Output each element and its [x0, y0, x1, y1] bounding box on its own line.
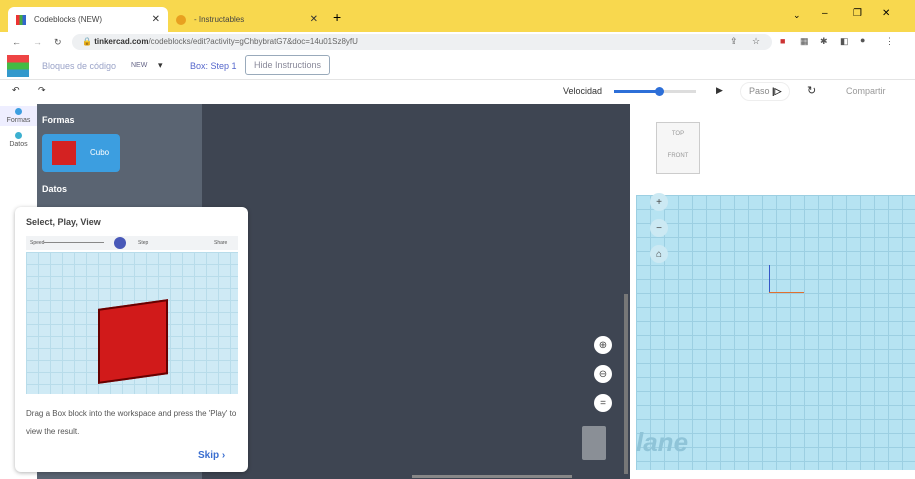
play-button[interactable]: ▶ — [716, 85, 723, 96]
view-cube[interactable]: TOP FRONT — [656, 122, 700, 174]
restore-button[interactable]: ❐ — [853, 8, 862, 19]
scrollbar[interactable] — [624, 294, 628, 474]
zoom-fit-icon[interactable]: = — [594, 394, 612, 412]
horizontal-scrollbar[interactable] — [412, 475, 572, 478]
step-label: Paso — [749, 86, 770, 96]
view-home-icon[interactable]: ⌂ — [650, 245, 668, 263]
card-preview-toolbar: Speed Step Share — [26, 236, 238, 250]
undo-icon[interactable]: ↶ — [12, 85, 20, 96]
tinkercad-logo[interactable] — [7, 55, 29, 77]
close-tab-icon[interactable]: ✕ — [310, 14, 318, 25]
new-tab-button[interactable]: + — [333, 9, 341, 25]
tab-instructables[interactable]: - Instructables ✕ — [168, 7, 326, 32]
share-button[interactable]: Compartir — [846, 86, 886, 96]
section-formas: Formas — [42, 115, 75, 125]
trash-icon[interactable] — [582, 426, 606, 460]
zoom-in-icon[interactable]: ⊕ — [594, 336, 612, 354]
category-datos[interactable]: Datos — [0, 132, 37, 148]
preview-image — [26, 252, 238, 394]
extensions-puzzle-icon[interactable]: ✱ — [820, 36, 828, 47]
cube-block[interactable]: Cubo — [42, 134, 120, 172]
speed-slider[interactable] — [614, 87, 696, 96]
red-cube — [98, 299, 168, 384]
instructions-card: Select, Play, View Speed Step Share Drag… — [15, 207, 248, 472]
app-name: Bloques de código — [42, 61, 117, 71]
workplane-grid[interactable]: + − ⌂ lane — [636, 193, 915, 470]
workplane-label: lane — [636, 427, 689, 457]
reset-icon[interactable]: ↻ — [807, 84, 816, 97]
view-zoom-out-icon[interactable]: − — [650, 219, 668, 237]
zoom-out-icon[interactable]: ⊖ — [594, 365, 612, 383]
speed-label: Velocidad — [563, 86, 603, 96]
forward-icon[interactable]: → — [33, 37, 42, 47]
card-instructions: Drag a Box block into the workspace and … — [26, 409, 237, 436]
skip-button[interactable]: Skip › — [198, 450, 225, 461]
code-workspace[interactable]: ⊕ ⊖ = — [202, 104, 630, 479]
minimize-button[interactable]: – — [822, 8, 828, 19]
menu-icon[interactable]: ⋮ — [885, 36, 894, 47]
tab-title: - Instructables — [194, 15, 245, 24]
view-cube-front: FRONT — [667, 153, 689, 159]
new-badge: NEW — [131, 62, 148, 69]
card-title: Select, Play, View — [26, 217, 101, 227]
tinkercad-favicon-icon — [16, 14, 26, 25]
share-icon[interactable]: ⇪ — [730, 36, 738, 47]
tab-title: Codeblocks (NEW) — [34, 15, 103, 24]
bookmark-star-icon[interactable]: ☆ — [752, 36, 760, 47]
preview-speed: Speed — [30, 240, 45, 246]
instructables-favicon-icon — [176, 14, 186, 25]
step-label[interactable]: Box: Step 1 — [190, 61, 237, 71]
hide-instructions-button[interactable]: Hide Instructions — [245, 55, 331, 75]
side-panel-icon[interactable]: ◧ — [840, 36, 849, 47]
url-input[interactable]: 🔒 tinkercad.com/codeblocks/edit?activity… — [72, 34, 772, 50]
category-formas[interactable]: Formas — [0, 106, 37, 126]
cube-icon — [52, 141, 76, 165]
close-window-button[interactable]: ✕ — [882, 8, 890, 19]
section-datos: Datos — [42, 184, 68, 194]
view-zoom-in-icon[interactable]: + — [650, 193, 668, 211]
step-button[interactable]: Paso |▷ — [740, 82, 791, 101]
category-label: Formas — [6, 117, 31, 124]
block-label: Cubo — [90, 148, 110, 157]
extension2-icon[interactable]: ▦ — [800, 36, 809, 47]
reload-icon[interactable]: ↻ — [54, 37, 62, 48]
view-cube-top: TOP — [671, 131, 685, 137]
tab-codeblocks[interactable]: Codeblocks (NEW) ✕ — [8, 7, 168, 32]
category-label: Datos — [9, 141, 28, 148]
preview-share: Share — [214, 240, 228, 246]
close-tab-icon[interactable]: ✕ — [152, 14, 160, 25]
redo-icon[interactable]: ↷ — [38, 85, 46, 96]
toolbar: ↶ ↷ Velocidad ▶ Paso |▷ ↻ Compartir — [0, 80, 915, 104]
back-icon[interactable]: ← — [12, 37, 21, 47]
browser-tab-bar: Codeblocks (NEW) ✕ - Instructables ✕ + ⌄ –… — [0, 0, 915, 32]
preview-step: Step — [138, 240, 149, 246]
tab-search-icon[interactable]: ⌄ — [793, 10, 801, 21]
address-bar-row: ← → ↻ 🔒 tinkercad.com/codeblocks/edit?ac… — [0, 32, 915, 52]
extension-icon[interactable]: ■ — [780, 36, 785, 46]
app-header: Bloques de código NEW ▾ Box: Step 1 Hide… — [0, 52, 915, 80]
chevron-down-icon[interactable]: ▾ — [158, 60, 163, 71]
profile-avatar[interactable]: ● — [860, 35, 865, 45]
